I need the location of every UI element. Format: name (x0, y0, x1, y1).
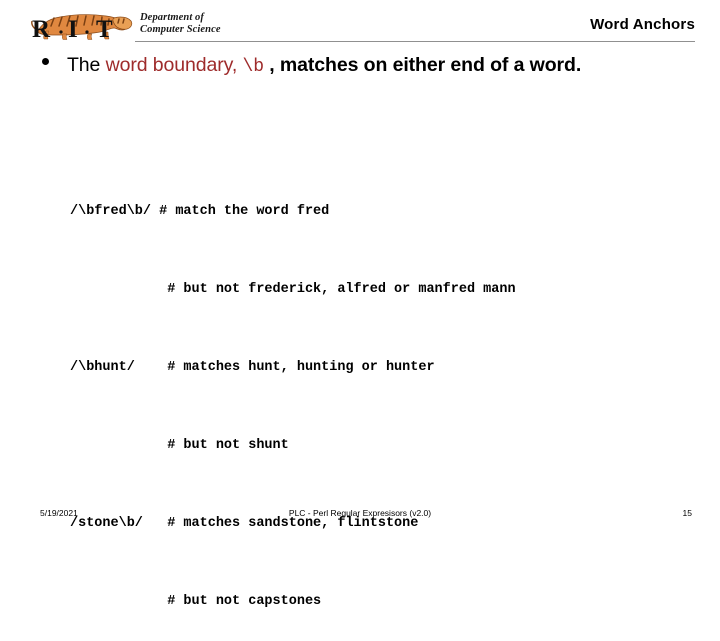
footer-title: PLC - Perl Regular Expresisors (v2.0) (288, 508, 432, 518)
code-line: /\bhunt/ # matches hunt, hunting or hunt… (70, 360, 435, 375)
bullet-text: The word boundary, \b , matches on eithe… (67, 50, 692, 82)
department-label: Department of Computer Science (140, 12, 280, 35)
rit-dot-2 (85, 30, 89, 34)
rit-logo-block: R I T Department of Computer Science (30, 4, 280, 44)
bullet-marker-icon (42, 58, 49, 65)
rit-letter-r: R (32, 16, 51, 40)
slide-title: Word Anchors (590, 16, 695, 33)
department-line-2: Computer Science (140, 23, 221, 35)
code-example-block: /\bfred\b/ # match the word fred # but n… (70, 147, 516, 641)
bullet-item: The word boundary, \b , matches on eithe… (42, 50, 692, 82)
bullet-text-accent-code: \b (242, 57, 265, 77)
rit-logo-svg: R I T (31, 14, 133, 43)
slide-header: R I T Department of Computer Science Wor… (0, 0, 720, 48)
header-divider (135, 41, 695, 42)
bullet-text-part3: , (263, 54, 280, 76)
bullet-text-accent-phrase: word boundary (105, 54, 232, 76)
code-line: /\bfred\b/ # match the word fred (70, 204, 330, 219)
rit-letter-t: T (96, 16, 113, 40)
slide-footer: 5/19/2021 PLC - Perl Regular Expresisors… (0, 500, 720, 540)
code-line: # but not shunt (70, 438, 289, 453)
department-line-1: Department of (140, 12, 205, 23)
footer-page-number: 15 (682, 508, 692, 518)
code-line: # but not capstones (70, 594, 322, 609)
bullet-text-part4: matches on either end of a word. (279, 54, 582, 76)
rit-dot-1 (59, 30, 63, 34)
rit-tiger-logo-icon: R I T (30, 10, 134, 43)
code-line: # but not frederick, alfred or manfred m… (70, 282, 516, 297)
rit-letter-i: I (68, 16, 78, 40)
bullet-text-part1: The (67, 54, 106, 76)
bullet-text-part2: , (231, 54, 243, 76)
